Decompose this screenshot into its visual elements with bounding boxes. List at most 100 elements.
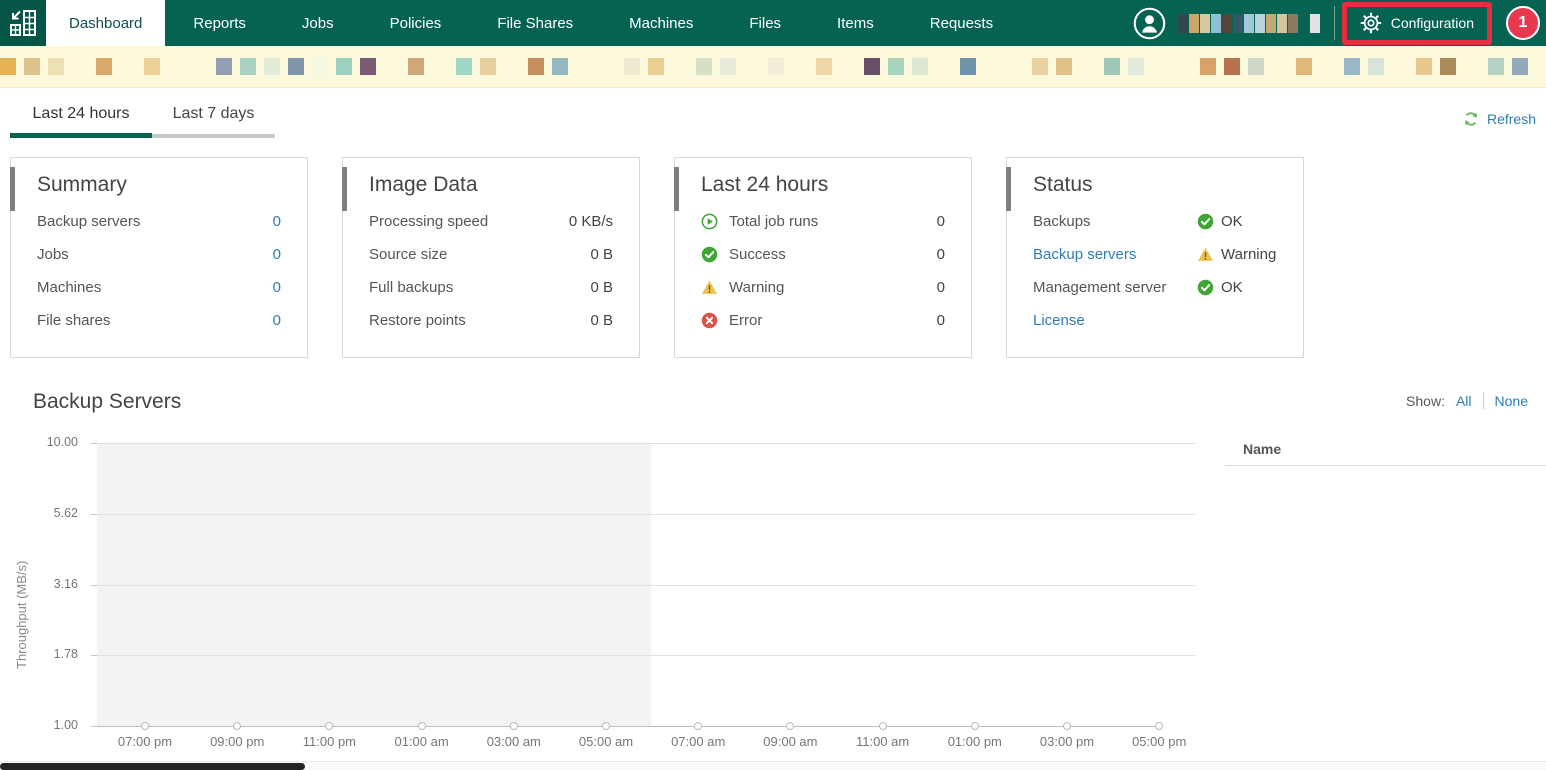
x-axis-label: 07:00 am [671, 734, 726, 749]
status-group: OK [1197, 279, 1243, 296]
redacted-strip-block [288, 58, 304, 75]
y-axis-label: 10.00 [46, 435, 78, 449]
horizontal-scrollbar-thumb[interactable] [0, 763, 305, 770]
row-value[interactable]: 0 [273, 213, 281, 230]
redacted-strip-block [312, 58, 328, 75]
gear-icon [1360, 12, 1381, 34]
show-label: Show: [1406, 392, 1445, 409]
row-value: 0 B [590, 246, 613, 263]
row-value[interactable]: 0 [273, 312, 281, 329]
redacted-strip-block [480, 58, 496, 75]
redacted-strip-block [1104, 58, 1120, 75]
card-summary: Summary Backup servers 0 Jobs 0 Machines 0 File… [10, 157, 308, 358]
row-label: Processing speed [369, 213, 489, 230]
top-nav: Dashboard Reports Jobs Policies File Shares M… [0, 0, 1546, 46]
nav-tab-jobs[interactable]: Jobs [274, 0, 362, 46]
redacted-strip-block [888, 58, 904, 75]
row-value: 0 [936, 246, 945, 263]
configuration-label: Configuration [1390, 15, 1474, 31]
redacted-username-block [1309, 13, 1320, 33]
dashboard-page: Dashboard Reports Jobs Policies File Shares M… [0, 0, 1546, 770]
image-data-row-full-backups: Full backups 0 B [343, 271, 639, 304]
nav-tab-requests[interactable]: Requests [902, 0, 1021, 46]
x-axis-line [97, 726, 1161, 727]
redacted-strip-block [1056, 58, 1072, 75]
card-last-24-hours: Last 24 hours Total job runs 0 Success 0 Warn… [674, 157, 972, 358]
nav-tab-dashboard[interactable]: Dashboard [46, 0, 166, 46]
redacted-strip-block [1488, 58, 1504, 75]
row-label: Backups [1033, 213, 1091, 230]
row-label[interactable]: Backup servers [1033, 246, 1136, 263]
row-label: Jobs [37, 246, 69, 263]
row-value[interactable]: 0 [273, 246, 281, 263]
configuration-button[interactable]: Configuration [1341, 1, 1492, 45]
warning-triangle-icon [1197, 246, 1214, 263]
redacted-strip-block [768, 58, 784, 75]
card-status: Status Backups OK Backup servers Warning Mana… [1006, 157, 1304, 358]
notification-badge[interactable]: 1 [1506, 6, 1540, 40]
row-label: File shares [37, 312, 111, 329]
redacted-strip-block [408, 58, 424, 75]
app-logo[interactable] [0, 0, 46, 46]
tab-last-24-hours[interactable]: Last 24 hours [10, 105, 152, 123]
user-avatar[interactable] [1133, 7, 1166, 40]
redacted-strip-block [240, 58, 256, 75]
nav-tab-reports[interactable]: Reports [165, 0, 274, 46]
nav-tab-files[interactable]: Files [721, 0, 809, 46]
redacted-strip-block [552, 58, 568, 75]
row-label: Warning [729, 279, 785, 296]
redacted-strip-block [1416, 58, 1432, 75]
user-icon [1133, 7, 1165, 39]
show-divider [1482, 392, 1484, 409]
redacted-username-block [1254, 13, 1265, 33]
redacted-strip-block [720, 58, 736, 75]
redacted-strip-block [1200, 58, 1216, 75]
app-logo-icon [10, 10, 36, 36]
row-value: 0 B [590, 312, 613, 329]
y-axis-label: 3.16 [53, 577, 78, 591]
redacted-strip-block [48, 58, 64, 75]
status-group: OK [1197, 213, 1243, 230]
data-point-marker [141, 722, 149, 730]
status-group: Warning [1197, 246, 1276, 263]
redacted-strip-block [624, 58, 640, 75]
row-label: Restore points [369, 312, 466, 329]
redacted-strip-block [960, 58, 976, 75]
redacted-username-block [1243, 13, 1254, 33]
redacted-username-block [1276, 13, 1287, 33]
last-24-hours-row-error: Error 0 [675, 304, 971, 337]
data-point-marker [694, 722, 703, 730]
summary-row-jobs: Jobs 0 [11, 238, 307, 271]
data-point-marker [509, 722, 518, 730]
nav-tab-machines[interactable]: Machines [601, 0, 721, 46]
redacted-username-block [1265, 13, 1276, 33]
row-label: Source size [369, 246, 448, 263]
tab-last-7-days[interactable]: Last 7 days [162, 105, 265, 123]
status-row-management-server: Management server OK [1007, 271, 1303, 304]
nav-tab-items[interactable]: Items [809, 0, 902, 46]
show-none-link[interactable]: None [1495, 393, 1528, 409]
error-circle-icon [701, 312, 718, 329]
redacted-breadcrumb-strip [0, 46, 1546, 88]
status-row-backup-servers: Backup servers Warning [1007, 238, 1303, 271]
nav-tab-policies[interactable]: Policies [362, 0, 470, 46]
x-axis-label: 09:00 pm [210, 734, 265, 749]
redacted-strip-block [1032, 58, 1048, 75]
row-value[interactable]: 0 [273, 279, 281, 296]
show-all-link[interactable]: All [1456, 393, 1472, 409]
x-axis-label: 01:00 am [394, 734, 449, 749]
redacted-strip-block [1440, 58, 1456, 75]
redacted-username-block [1210, 13, 1221, 33]
nav-right: Configuration 1 [1133, 0, 1546, 46]
data-point-marker [1155, 722, 1164, 730]
summary-row-machines: Machines 0 [11, 271, 307, 304]
row-label: Total job runs [729, 213, 819, 230]
refresh-button[interactable]: Refresh [1463, 111, 1536, 127]
redacted-strip-block [648, 58, 664, 75]
redacted-strip-block [864, 58, 880, 75]
nav-tab-file-shares[interactable]: File Shares [469, 0, 601, 46]
horizontal-scrollbar-track[interactable] [0, 761, 1546, 770]
data-point-marker [233, 722, 242, 730]
redacted-strip-block [144, 58, 160, 75]
row-label[interactable]: License [1033, 312, 1085, 329]
